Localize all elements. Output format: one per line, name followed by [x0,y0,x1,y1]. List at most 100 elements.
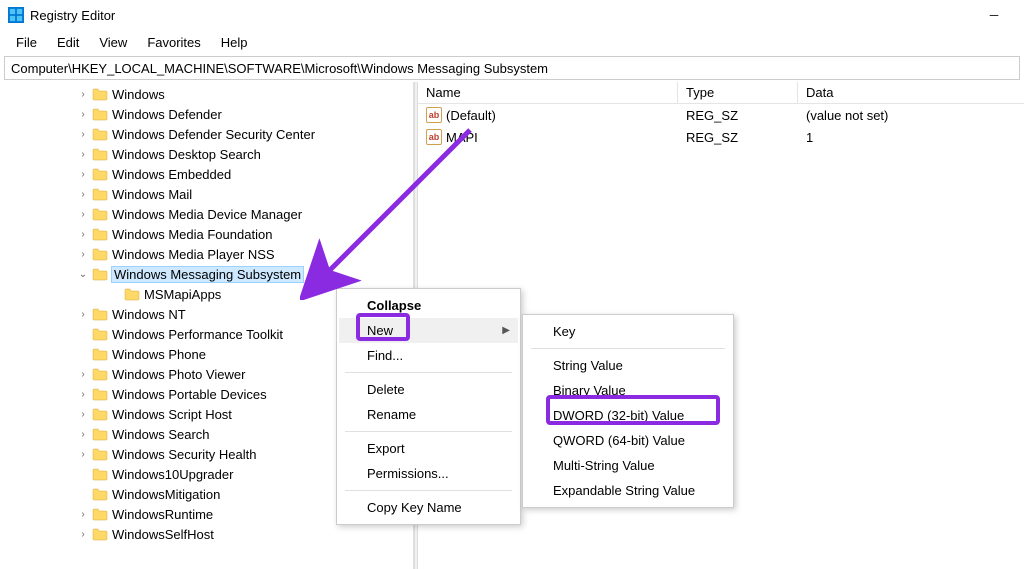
tree-item-label: WindowsSelfHost [112,527,214,542]
chevron-icon[interactable]: › [76,187,90,201]
menu-separator [345,490,512,491]
menu-item-multi-string-value[interactable]: Multi-String Value [525,453,731,478]
tree-item[interactable]: › Windows [0,84,413,104]
tree-item-label: Windows10Upgrader [112,467,233,482]
menu-item-key[interactable]: Key [525,319,731,344]
menu-item-string-value[interactable]: String Value [525,353,731,378]
list-header: Name Type Data [418,82,1024,104]
chevron-icon[interactable]: › [76,527,90,541]
value-name: (Default) [446,108,496,123]
list-row[interactable]: abMAPIREG_SZ1 [418,126,1024,148]
folder-icon [92,347,108,361]
menu-item-collapse[interactable]: Collapse [339,293,518,318]
menu-item-delete[interactable]: Delete [339,377,518,402]
tree-item[interactable]: ›Windows Mail [0,184,413,204]
menu-item-new[interactable]: New▶ [339,318,518,343]
menu-favorites[interactable]: Favorites [137,33,210,52]
menu-separator [345,372,512,373]
tree-item[interactable]: › Windows Media Device Manager [0,204,413,224]
tree-item[interactable]: ›Windows Media Foundation [0,224,413,244]
folder-icon [92,467,108,481]
context-submenu-new: Key String ValueBinary ValueDWORD (32-bit… [522,314,734,508]
tree-item-label: Windows Security Health [112,447,257,462]
menu-item-find[interactable]: Find... [339,343,518,368]
folder-icon [92,267,108,281]
tree-item-label: Windows Search [112,427,210,442]
menu-item-binary-value[interactable]: Binary Value [525,378,731,403]
menu-item-copy-key-name[interactable]: Copy Key Name [339,495,518,520]
chevron-icon[interactable]: › [76,87,90,101]
folder-icon [92,147,108,161]
list-row[interactable]: ab(Default)REG_SZ(value not set) [418,104,1024,126]
column-data[interactable]: Data [798,82,1024,103]
tree-item-label: Windows [112,87,165,102]
registry-editor-icon [8,7,24,23]
value-type: REG_SZ [678,108,798,123]
menu-item-dword-32-bit-value[interactable]: DWORD (32-bit) Value [525,403,731,428]
chevron-icon[interactable]: › [76,207,90,221]
address-bar[interactable]: Computer\HKEY_LOCAL_MACHINE\SOFTWARE\Mic… [4,56,1020,80]
chevron-icon[interactable]: › [76,127,90,141]
menu-view[interactable]: View [89,33,137,52]
tree-item[interactable]: › Windows Media Player NSS [0,244,413,264]
menubar: File Edit View Favorites Help [0,30,1024,54]
chevron-icon[interactable]: › [76,227,90,241]
folder-icon [92,387,108,401]
chevron-icon[interactable]: › [76,387,90,401]
tree-item[interactable]: › WindowsSelfHost [0,524,413,544]
tree-item-label: Windows Media Player NSS [112,247,275,262]
context-menu: CollapseNew▶Find... DeleteRename ExportPer… [336,288,521,525]
chevron-icon[interactable]: › [76,307,90,321]
chevron-icon[interactable]: › [76,147,90,161]
folder-icon [92,227,108,241]
titlebar: Registry Editor ─ [0,0,1024,30]
column-name[interactable]: Name [418,82,678,103]
tree-item-label: Windows Script Host [112,407,232,422]
chevron-icon[interactable]: › [76,367,90,381]
tree-item[interactable]: › Windows Desktop Search [0,144,413,164]
string-value-icon: ab [426,129,442,145]
tree-item[interactable]: ⌄Windows Messaging Subsystem [0,264,413,284]
column-type[interactable]: Type [678,82,798,103]
menu-item-rename[interactable]: Rename [339,402,518,427]
string-value-icon: ab [426,107,442,123]
folder-icon [92,167,108,181]
tree-item-label: Windows Photo Viewer [112,367,245,382]
folder-icon [92,107,108,121]
chevron-icon[interactable]: › [76,507,90,521]
tree-item-label: Windows NT [112,307,186,322]
tree-item-label: Windows Desktop Search [112,147,261,162]
chevron-icon[interactable]: › [76,167,90,181]
menu-item-qword-64-bit-value[interactable]: QWORD (64-bit) Value [525,428,731,453]
menu-item-export[interactable]: Export [339,436,518,461]
chevron-icon[interactable]: › [76,427,90,441]
chevron-icon[interactable]: ⌄ [76,267,90,281]
window-title: Registry Editor [30,8,115,23]
chevron-icon[interactable]: › [76,107,90,121]
tree-item-label: MSMapiApps [144,287,221,302]
folder-icon [92,247,108,261]
tree-item-label: Windows Media Device Manager [112,207,302,222]
folder-icon [92,207,108,221]
value-name: MAPI [446,130,478,145]
tree-item[interactable]: › Windows Defender Security Center [0,124,413,144]
tree-item-label: Windows Defender Security Center [112,127,315,142]
menu-item-expandable-string-value[interactable]: Expandable String Value [525,478,731,503]
folder-icon [124,287,140,301]
folder-icon [92,187,108,201]
menu-edit[interactable]: Edit [47,33,89,52]
folder-icon [92,127,108,141]
tree-item[interactable]: ›Windows Defender [0,104,413,124]
chevron-icon[interactable]: › [76,247,90,261]
menu-item-permissions[interactable]: Permissions... [339,461,518,486]
chevron-icon[interactable]: › [76,447,90,461]
menu-help[interactable]: Help [211,33,258,52]
folder-icon [92,507,108,521]
chevron-icon[interactable]: › [76,407,90,421]
tree-item[interactable]: ›Windows Embedded [0,164,413,184]
tree-item-label: WindowsMitigation [112,487,220,502]
minimize-button[interactable]: ─ [972,1,1016,29]
menu-file[interactable]: File [6,33,47,52]
tree-item-label: WindowsRuntime [112,507,213,522]
folder-icon [92,487,108,501]
